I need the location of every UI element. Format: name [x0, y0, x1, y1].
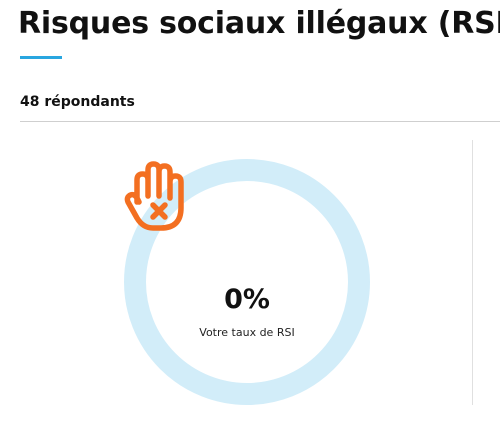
column-divider [472, 140, 473, 405]
page-title: Risques sociaux illégaux (RSI) [18, 6, 500, 41]
rsi-rate-value: 0% [224, 284, 270, 315]
rsi-rate-label: Votre taux de RSI [199, 326, 295, 339]
respondents-count: 48 répondants [20, 94, 135, 110]
rsi-rate-gauge: 0% Votre taux de RSI [123, 158, 371, 406]
section-divider [20, 121, 500, 122]
stop-hand-icon [124, 161, 184, 231]
title-underline [20, 56, 62, 59]
